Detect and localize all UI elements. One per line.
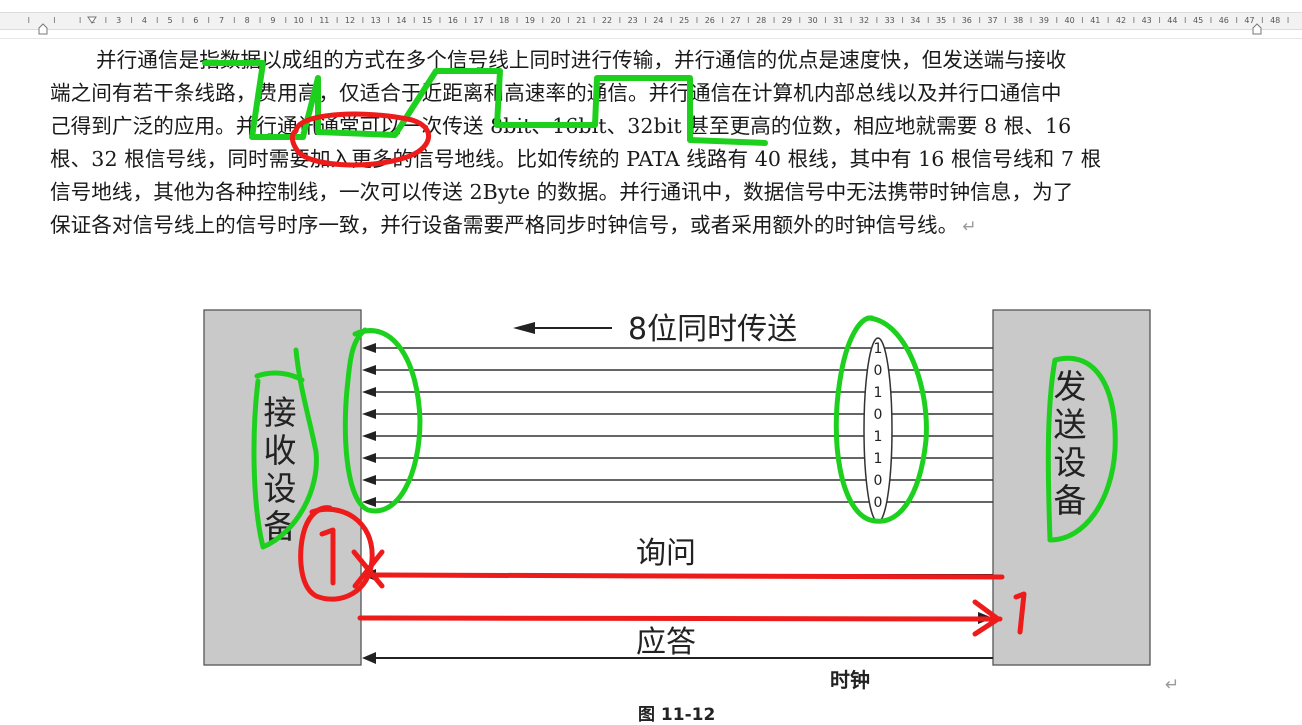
ruler-number: 44 (1167, 16, 1177, 25)
text-line: 信号地线，其他为各种控制线，一次可以传送 2Byte 的数据。并行通讯中，数据信… (50, 180, 1074, 204)
sender-label: 发送设备 (1054, 367, 1087, 520)
data-line-arrowhead (362, 365, 376, 375)
ruler-number: 24 (653, 16, 663, 25)
ruler-number: 30 (808, 16, 818, 25)
bit-label: 0 (874, 495, 883, 511)
ruler-number: 28 (756, 16, 766, 25)
ruler-number: 19 (525, 16, 535, 25)
ruler-number: 21 (576, 16, 586, 25)
ruler-number: 47 (1244, 16, 1254, 25)
ruler-number: 39 (1039, 16, 1049, 25)
ruler-number: 8 (245, 16, 250, 25)
receiver-label: 接收设备 (264, 393, 297, 546)
ruler-number: 25 (679, 16, 689, 25)
inquiry-arrowhead (362, 569, 376, 581)
ruler-number: 37 (987, 16, 997, 25)
text-line-content: 保证各对信号线上的信号时序一致，并行设备需要严格同步时钟信号，或者采用额外的时钟… (50, 213, 959, 237)
device-label-char: 送 (1054, 405, 1087, 444)
text-line: 根、32 根信号线，同时需要加入更多的信号地线。比如传统的 PATA 线路有 4… (50, 147, 1102, 171)
hanging-indent-marker (38, 23, 48, 35)
text-line-last: 保证各对信号线上的信号时序一致，并行设备需要严格同步时钟信号，或者采用额外的时钟… (50, 209, 1265, 242)
bit-label: 1 (874, 385, 883, 401)
ruler-number: 18 (499, 16, 509, 25)
clock-arrowhead (362, 652, 376, 664)
text-line: 己得到广泛的应用。并行通讯通常可以一次传送 8bit、16bit、32bit 甚… (50, 114, 1072, 138)
device-label-char: 备 (264, 507, 297, 546)
bit-label: 0 (874, 473, 883, 489)
bit-label: 1 (874, 429, 883, 445)
ruler-number: 40 (1065, 16, 1075, 25)
bit-label: 1 (874, 341, 883, 357)
ruler-number: 36 (962, 16, 972, 25)
data-line-arrowhead (362, 387, 376, 397)
transfer-direction-arrowhead (513, 322, 535, 334)
ruler-number: 5 (168, 16, 173, 25)
ruler-number: 26 (705, 16, 715, 25)
ruler-number: 9 (270, 16, 275, 25)
ruler[interactable]: 2345678910111213141516171819202122232425… (0, 0, 1302, 39)
ruler-number: 32 (859, 16, 869, 25)
ruler-marks: 2345678910111213141516171819202122232425… (28, 16, 1289, 35)
ruler-number: 3 (116, 16, 121, 25)
data-line-arrowhead (362, 453, 376, 463)
parallel-communication-diagram[interactable]: 接收设备 发送设备 8位同时传送 10101100 询问 应答 时钟 (190, 296, 1170, 713)
ruler-number: 22 (602, 16, 612, 25)
bit-label: 0 (874, 407, 883, 423)
text-line: 并行通信是指数据以成组的方式在多个信号线上同时进行传输，并行通信的优点是速度快，… (96, 48, 1067, 72)
ruler-number: 20 (551, 16, 561, 25)
clock-label: 时钟 (830, 668, 870, 692)
ruler-number: 41 (1090, 16, 1100, 25)
data-line-arrowhead (362, 475, 376, 485)
ruler-number: 17 (473, 16, 483, 25)
ruler-number: 33 (885, 16, 895, 25)
ruler-number: 16 (448, 16, 458, 25)
device-label-char: 备 (1054, 481, 1087, 520)
response-arrowhead (978, 612, 993, 624)
ruler-number: 43 (1142, 16, 1152, 25)
ruler-number: 14 (396, 16, 406, 25)
ruler-number: 38 (1013, 16, 1023, 25)
ruler-number: 4 (142, 16, 147, 25)
data-line-arrowhead (362, 497, 376, 507)
data-line-arrowhead (362, 343, 376, 353)
device-label-char: 发 (1054, 367, 1087, 406)
device-label-char: 设 (1054, 443, 1087, 482)
ruler-number: 15 (422, 16, 432, 25)
device-label-char: 设 (264, 469, 297, 508)
ruler-number: 48 (1270, 16, 1280, 25)
ruler-number: 45 (1193, 16, 1203, 25)
text-line: 端之间有若干条线路，费用高，仅适合于近距离和高速率的通信。并行通信在计算机内部总… (50, 81, 1062, 105)
device-label-char: 收 (264, 431, 297, 470)
ruler-number: 31 (833, 16, 843, 25)
ruler-number: 12 (345, 16, 355, 25)
ruler-number: 42 (1116, 16, 1126, 25)
ruler-number: 7 (219, 16, 224, 25)
transfer-label: 8位同时传送 (628, 312, 797, 347)
data-line-arrowhead (362, 409, 376, 419)
ruler-number: 46 (1219, 16, 1229, 25)
data-lines (362, 343, 993, 507)
right-indent-marker (1252, 23, 1262, 35)
ruler-number: 10 (294, 16, 304, 25)
ruler-number: 13 (371, 16, 381, 25)
ruler-number: 11 (319, 16, 329, 25)
ruler-number: 35 (936, 16, 946, 25)
ruler-number: 29 (782, 16, 792, 25)
ruler-number: 6 (193, 16, 198, 25)
response-label: 应答 (636, 625, 696, 660)
ruler-number: 34 (910, 16, 920, 25)
ruler-number: 23 (628, 16, 638, 25)
device-label-char: 接 (264, 393, 297, 432)
ruler-numbers: 2345678910111213141516171819202122232425… (90, 16, 1280, 25)
inquiry-label: 询问 (636, 536, 696, 571)
bit-label: 0 (874, 363, 883, 379)
paragraph[interactable]: 并行通信是指数据以成组的方式在多个信号线上同时进行传输，并行通信的优点是速度快，… (50, 44, 1265, 242)
data-line-arrowhead (362, 431, 376, 441)
paragraph-mark: ↵ (962, 217, 977, 237)
bit-label: 1 (874, 451, 883, 467)
ruler-number: 27 (730, 16, 740, 25)
paragraph-mark: ↵ (1165, 675, 1180, 695)
